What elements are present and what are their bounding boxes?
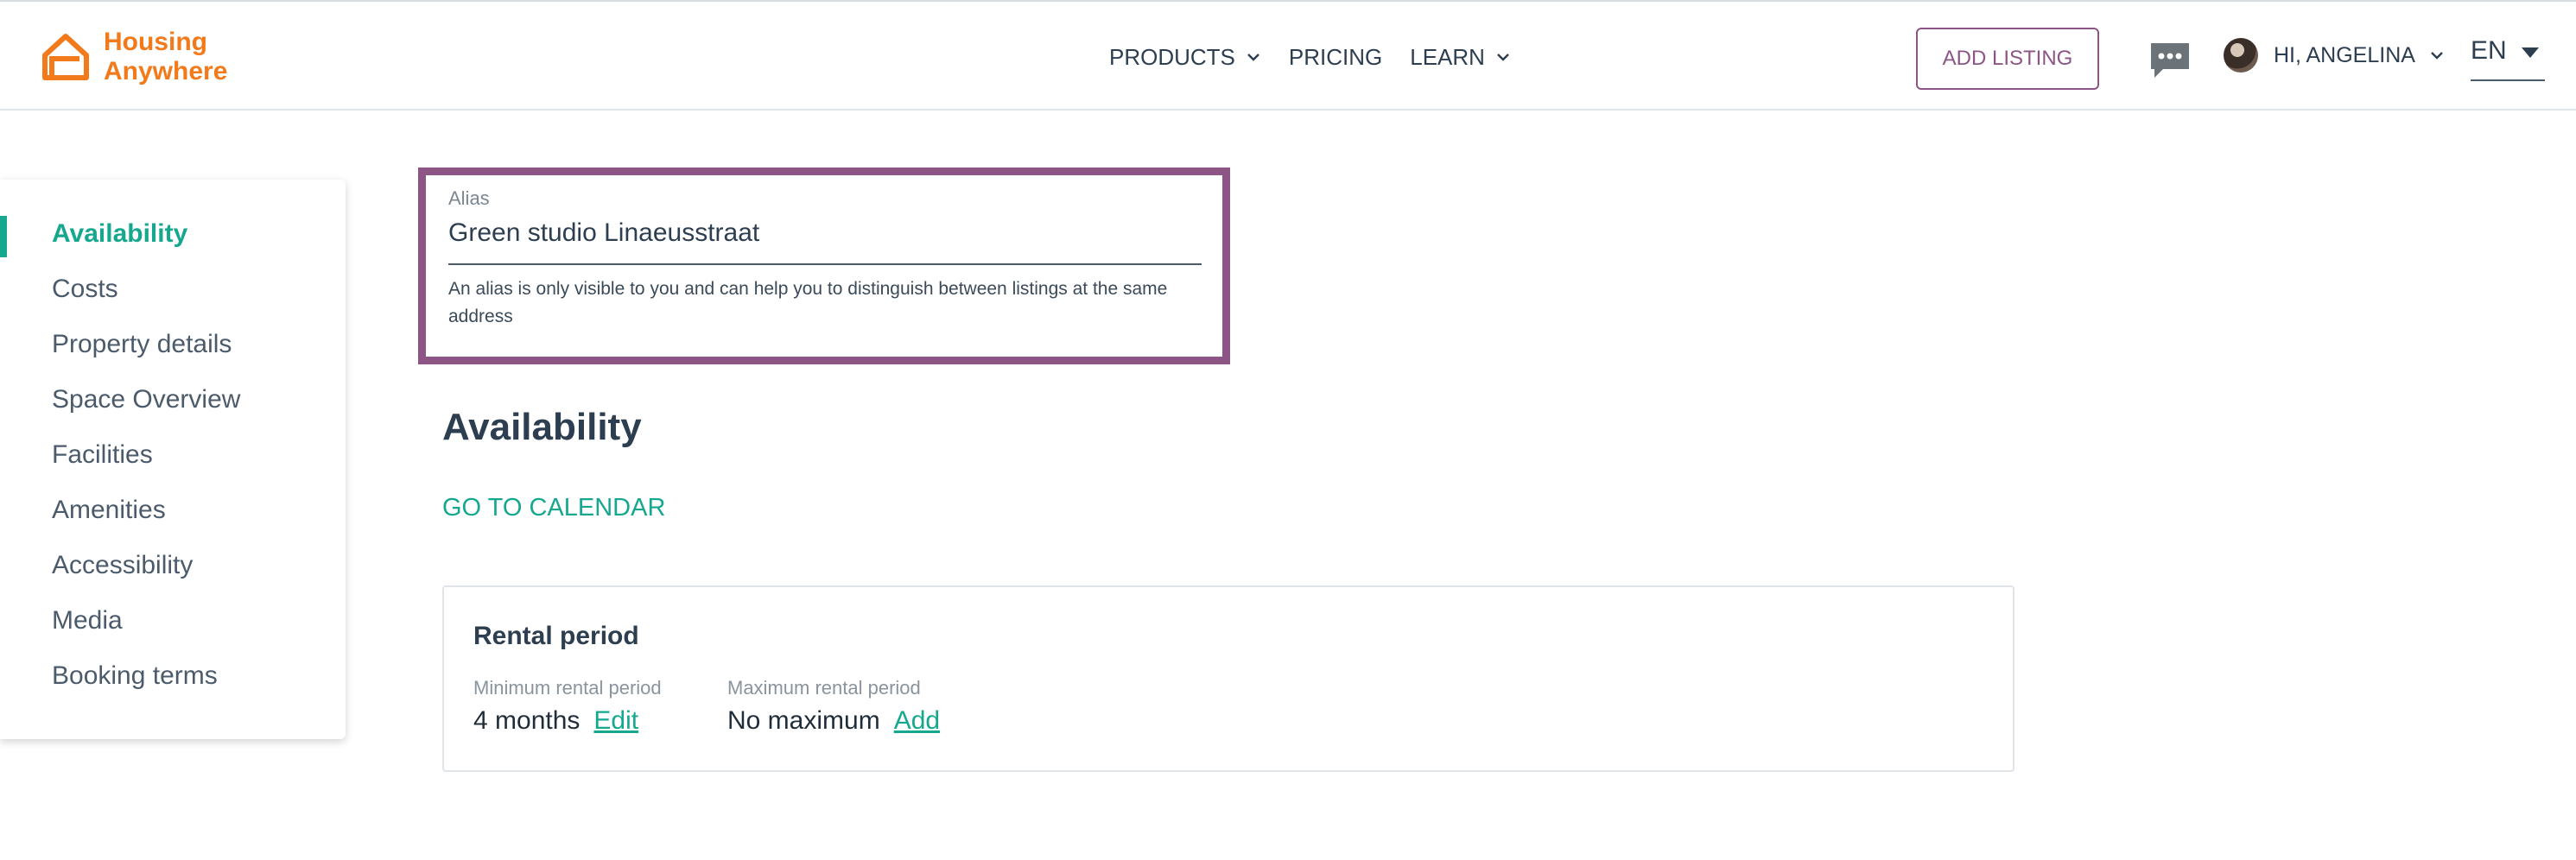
alias-field-highlight: Alias Green studio Linaeusstraat An alia… — [418, 168, 1230, 364]
active-indicator — [0, 216, 7, 257]
nav-pricing-label: PRICING — [1288, 43, 1383, 70]
top-header: Housing Anywhere PRODUCTS PRICING LEARN … — [0, 0, 2576, 111]
sidebar-item-booking-terms[interactable]: Booking terms — [52, 661, 218, 691]
alias-label: Alias — [448, 187, 490, 209]
min-rental-label: Minimum rental period — [473, 677, 662, 699]
chevron-down-icon — [1247, 54, 1259, 61]
user-menu[interactable]: HI, ANGELINA — [2224, 38, 2445, 73]
nav-products-label: PRODUCTS — [1109, 43, 1235, 70]
nav-learn-label: LEARN — [1410, 43, 1485, 70]
alias-input[interactable]: Green studio Linaeusstraat — [448, 218, 759, 248]
nav-pricing[interactable]: PRICING — [1289, 44, 1382, 71]
max-rental-label: Maximum rental period — [727, 677, 921, 699]
user-greeting: HI, ANGELINA — [2274, 42, 2415, 67]
logo-line-1: Housing — [104, 28, 207, 56]
chat-bubble-icon[interactable] — [2149, 41, 2191, 79]
housing-anywhere-logo[interactable]: Housing Anywhere — [40, 28, 227, 86]
language-label: EN — [2471, 36, 2507, 65]
main-nav: PRODUCTS PRICING LEARN — [1109, 2, 1539, 112]
maximum-rental-period: Maximum rental period No maximum Add — [727, 677, 940, 736]
availability-heading: Availability — [442, 406, 642, 448]
min-rental-value: 4 months — [473, 706, 581, 735]
alias-help-text: An alias is only visible to you and can … — [448, 279, 1168, 326]
language-selector[interactable]: EN — [2471, 36, 2545, 81]
chevron-down-icon — [1497, 54, 1509, 61]
rental-period-card: Rental period Minimum rental period 4 mo… — [442, 585, 2014, 772]
max-rental-value: No maximum — [727, 706, 880, 735]
logo-line-2: Anywhere — [104, 57, 228, 85]
chevron-down-icon — [2431, 52, 2443, 60]
rental-period-title: Rental period — [473, 622, 639, 650]
avatar — [2224, 38, 2258, 73]
edit-min-rental-link[interactable]: Edit — [593, 706, 638, 736]
alias-input-underline — [448, 263, 1202, 265]
add-listing-button[interactable]: ADD LISTING — [1916, 28, 2099, 90]
sidebar-item-amenities[interactable]: Amenities — [52, 496, 166, 525]
sidebar-item-media[interactable]: Media — [52, 606, 123, 636]
sidebar-item-space-overview[interactable]: Space Overview — [52, 385, 240, 414]
house-logo-icon — [42, 34, 89, 80]
min-rental-row: 4 months Edit — [473, 706, 662, 736]
logo-text: Housing Anywhere — [104, 28, 227, 86]
section-sidebar: Availability Costs Property details Spac… — [0, 180, 346, 739]
minimum-rental-period: Minimum rental period 4 months Edit — [473, 677, 662, 736]
sidebar-item-costs[interactable]: Costs — [52, 275, 118, 304]
sidebar-item-availability[interactable]: Availability — [52, 219, 187, 249]
max-rental-row: No maximum Add — [727, 706, 940, 736]
caret-down-icon — [2521, 47, 2539, 58]
add-max-rental-link[interactable]: Add — [894, 706, 940, 736]
nav-learn[interactable]: LEARN — [1410, 44, 1511, 71]
nav-products[interactable]: PRODUCTS — [1109, 44, 1261, 71]
sidebar-item-accessibility[interactable]: Accessibility — [52, 551, 193, 580]
go-to-calendar-link[interactable]: GO TO CALENDAR — [442, 494, 665, 522]
sidebar-item-property-details[interactable]: Property details — [52, 330, 232, 359]
sidebar-item-facilities[interactable]: Facilities — [52, 440, 153, 470]
